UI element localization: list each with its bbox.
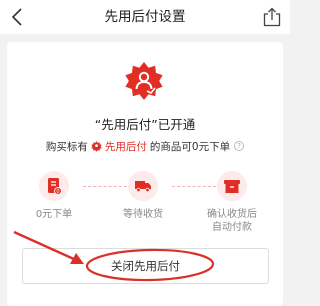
order-doc-icon: 0 [48,178,62,195]
feature-description: 购买标有 先用后付 的商品可0元下单 ? [7,138,283,154]
navbar: 先用后付设置 [0,0,290,34]
step-pay-icon-wrap [217,171,247,201]
verified-user-badge-icon [125,62,163,100]
step-shipping-icon-wrap [128,171,158,201]
close-pay-later-button[interactable]: 关闭先用后付 [22,248,269,284]
desc-prefix: 购买标有 [45,140,88,153]
brand-tag: 先用后付 [91,139,147,154]
step-label-shipping: 等待收货 [123,209,163,220]
page-title: 先用后付设置 [104,9,186,25]
help-icon[interactable]: ? [234,141,245,151]
brand-badge-icon [91,140,102,152]
truck-icon [135,181,151,193]
package-box-icon [224,180,240,193]
desc-suffix: 的商品可0元下单 [149,140,231,153]
step-connector [172,186,216,187]
status-title: “先用后付”已开通 [94,117,196,132]
step-order-icon-wrap: 0 [39,171,69,201]
svg-text:0: 0 [56,189,59,195]
share-button[interactable] [263,7,281,27]
step-label-order: 0元下单 [35,209,73,220]
step-connector [83,186,127,187]
step-label-autopay: 确认收货后 自动付款 [207,209,257,233]
brand-label: 先用后付 [104,140,147,153]
share-icon [263,7,281,27]
settings-card: “先用后付”已开通 购买标有 先用后付 的商品可0元下单 ? 0 0元下单 等待… [7,42,283,306]
